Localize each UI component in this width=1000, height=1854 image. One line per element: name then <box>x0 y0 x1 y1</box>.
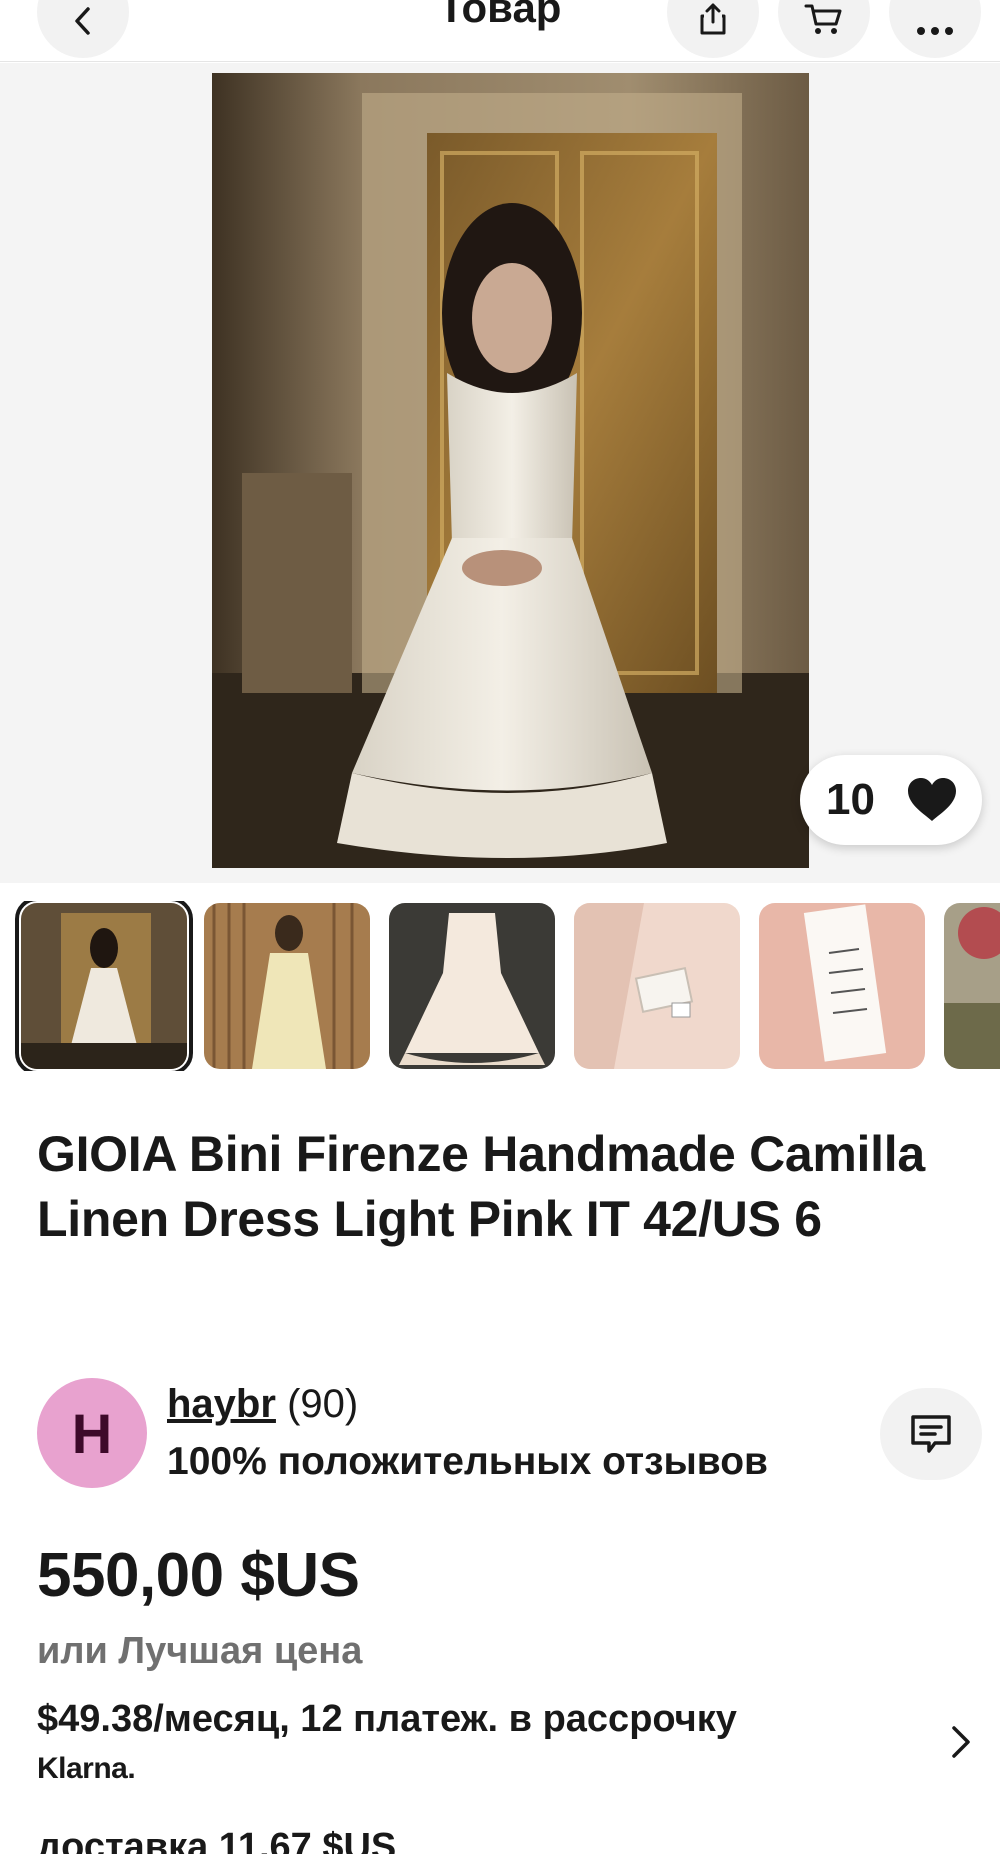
share-button[interactable] <box>667 0 759 58</box>
thumbnail-image <box>574 903 740 1069</box>
share-icon <box>700 3 726 35</box>
thumbnail-image <box>204 903 370 1069</box>
shipping-cost: доставка 11,67 $US <box>37 1826 397 1854</box>
thumbnail-strip[interactable] <box>0 901 1000 1071</box>
cart-icon <box>804 4 842 34</box>
thumbnail[interactable] <box>15 901 193 1071</box>
seller-info: haybr (90) <box>167 1382 358 1427</box>
image-gallery[interactable]: 10 <box>0 63 1000 883</box>
thumbnail-image <box>944 903 1000 1069</box>
heart-icon <box>908 778 956 821</box>
thumbnail[interactable] <box>389 903 555 1069</box>
like-button[interactable]: 10 <box>800 755 982 845</box>
seller-rating-count: (90) <box>287 1382 359 1426</box>
product-main-image[interactable] <box>212 73 809 868</box>
product-title: GIOIA Bini Firenze Handmade Camilla Line… <box>37 1126 925 1247</box>
thumbnail[interactable] <box>574 903 740 1069</box>
price: 550,00 $US <box>37 1541 360 1610</box>
thumbnail[interactable] <box>204 903 370 1069</box>
klarna-logo: Klarna. <box>37 1752 136 1785</box>
thumbnail-image <box>389 903 555 1069</box>
cart-button[interactable] <box>778 0 870 58</box>
more-button[interactable] <box>889 0 981 58</box>
thumbnail[interactable] <box>759 903 925 1069</box>
seller-name-link[interactable]: haybr <box>167 1382 276 1426</box>
like-count: 10 <box>826 775 875 824</box>
installment-text[interactable]: $49.38/месяц, 12 платеж. в рассрочку <box>37 1698 737 1741</box>
dress-photo <box>212 73 809 868</box>
message-seller-button[interactable] <box>880 1388 982 1480</box>
top-bar: Товар <box>0 0 1000 62</box>
chevron-right-icon <box>952 1726 970 1758</box>
thumbnail[interactable] <box>944 903 1000 1069</box>
best-offer-label: или Лучшая цена <box>37 1630 363 1672</box>
seller-feedback: 100% положительных отзывов <box>167 1440 769 1483</box>
seller-avatar[interactable]: H <box>37 1378 147 1488</box>
thumbnail-image <box>759 903 925 1069</box>
more-horizontal-icon <box>917 27 953 35</box>
message-icon <box>911 1415 951 1453</box>
installment-chevron[interactable] <box>948 1724 974 1765</box>
thumbnail-image <box>21 903 187 1069</box>
